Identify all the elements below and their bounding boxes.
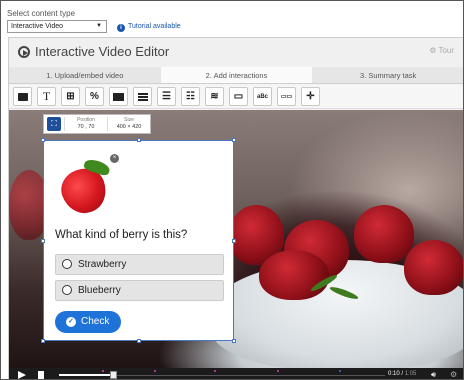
berry-image: [354, 205, 414, 263]
text-icon: T: [42, 89, 51, 103]
link-tool-button[interactable]: %: [85, 87, 104, 106]
app-frame: Select content type Interactive Video ▼ …: [0, 0, 464, 380]
image-tool-button[interactable]: [109, 87, 128, 106]
interaction-marker[interactable]: [102, 370, 104, 372]
drag-text-icon: aBc: [256, 93, 268, 100]
content-type-select[interactable]: Interactive Video ▼: [7, 20, 107, 33]
info-icon: i: [117, 24, 125, 32]
editor-header: Interactive Video Editor ⚙ Tour: [9, 38, 463, 66]
video-controls: 0:10 / 1:05 🔊︎ ⚙: [9, 368, 463, 379]
multiple-choice-tool-button[interactable]: ☷: [181, 87, 200, 106]
current-time: 0:10: [388, 371, 400, 377]
size-value: 400 × 420: [116, 124, 142, 130]
tour-button[interactable]: ⚙ Tour: [429, 46, 454, 55]
label-tool-button[interactable]: [13, 87, 32, 106]
chevron-down-icon: ▼: [96, 23, 102, 29]
tab-summary-task[interactable]: 3. Summary task: [312, 67, 463, 83]
radio-icon: [62, 285, 72, 295]
volume-icon[interactable]: 🔊︎: [431, 370, 436, 379]
position-value: 70 , 70: [77, 124, 95, 130]
seek-bar-played: [59, 374, 111, 376]
berry-image: [259, 250, 329, 300]
duration: 1:05: [404, 371, 417, 377]
resize-handle[interactable]: [232, 138, 236, 142]
size-label: Size: [124, 117, 134, 123]
size-cell: Size 400 × 420: [107, 117, 150, 131]
mark-words-tool-button[interactable]: ▭▭: [277, 87, 296, 106]
editor-title: Interactive Video Editor: [35, 44, 170, 59]
image-icon: [113, 92, 124, 101]
bookmark-icon[interactable]: [38, 371, 44, 379]
multiple-choice-icon: ☷: [186, 91, 195, 102]
text-tool-button[interactable]: T: [37, 87, 56, 106]
check-label: Check: [81, 316, 110, 327]
tab-add-interactions[interactable]: 2. Add interactions: [160, 67, 313, 83]
seek-bar-thumb[interactable]: [110, 371, 117, 379]
interaction-marker[interactable]: [214, 370, 216, 372]
tutorial-link[interactable]: i Tutorial available: [117, 21, 181, 32]
label-icon: [17, 92, 28, 101]
question-text: What kind of berry is this?: [55, 229, 188, 241]
tutorial-label: Tutorial available: [128, 23, 181, 30]
interaction-toolbar: T ⊞ % ☰ ☷ ≋ ▭ aBc ▭▭ ✛: [9, 85, 463, 109]
interaction-marker[interactable]: [277, 370, 279, 372]
move-icon[interactable]: ⛶: [47, 117, 61, 131]
strawberry-image: [55, 157, 113, 220]
statements-icon: [137, 92, 148, 101]
gear-icon[interactable]: ⚙: [450, 370, 457, 379]
berry-image: [404, 240, 463, 295]
statements-tool-button[interactable]: [133, 87, 152, 106]
content-type-label: Select content type: [7, 9, 76, 18]
time-display: 0:10 / 1:05: [388, 371, 417, 377]
resize-handle[interactable]: [41, 138, 45, 142]
interaction-marker[interactable]: [339, 370, 341, 372]
fill-blanks-tool-button[interactable]: ▭: [229, 87, 248, 106]
play-circle-icon: [18, 46, 30, 58]
resize-handle[interactable]: [137, 339, 141, 343]
resize-handle[interactable]: [232, 339, 236, 343]
table-icon: ⊞: [66, 91, 75, 102]
answer-option-blueberry[interactable]: Blueberry: [55, 280, 224, 301]
resize-handle[interactable]: [41, 339, 45, 343]
close-icon[interactable]: ×: [110, 154, 119, 163]
single-choice-interaction[interactable]: × What kind of berry is this? Strawberry…: [41, 138, 236, 343]
single-choice-tool-button[interactable]: ☰: [157, 87, 176, 106]
resize-handle[interactable]: [41, 239, 45, 243]
true-false-tool-button[interactable]: ≋: [205, 87, 224, 106]
content-type-selected: Interactive Video: [11, 23, 64, 30]
tour-label: Tour: [438, 46, 454, 55]
table-tool-button[interactable]: ⊞: [61, 87, 80, 106]
tab-upload-video[interactable]: 1. Upload/embed video: [9, 67, 161, 83]
crossroads-icon: ✛: [306, 91, 315, 102]
position-size-readout: ⛶ Position 70 , 70 Size 400 × 420: [43, 114, 151, 134]
position-label: Position: [77, 117, 95, 123]
position-cell: Position 70 , 70: [64, 117, 107, 131]
link-icon: %: [90, 91, 99, 102]
single-choice-icon: ☰: [162, 91, 171, 102]
check-button[interactable]: ✓ Check: [55, 311, 121, 333]
check-icon: ✓: [66, 317, 76, 327]
radio-icon: [62, 259, 72, 269]
resize-handle[interactable]: [137, 138, 141, 142]
resize-handle[interactable]: [232, 239, 236, 243]
mark-words-icon: ▭▭: [280, 94, 293, 100]
answer-label: Strawberry: [78, 259, 127, 270]
true-false-icon: ≋: [210, 91, 219, 102]
interaction-marker[interactable]: [154, 370, 156, 372]
crossroads-tool-button[interactable]: ✛: [301, 87, 320, 106]
gear-icon: ⚙: [429, 46, 437, 55]
answer-option-strawberry[interactable]: Strawberry: [55, 254, 224, 275]
fill-blanks-icon: ▭: [233, 91, 244, 102]
drag-text-tool-button[interactable]: aBc: [253, 87, 272, 106]
editor-tabs: 1. Upload/embed video 2. Add interaction…: [9, 67, 463, 84]
answer-label: Blueberry: [78, 285, 121, 296]
play-icon[interactable]: [18, 371, 26, 379]
